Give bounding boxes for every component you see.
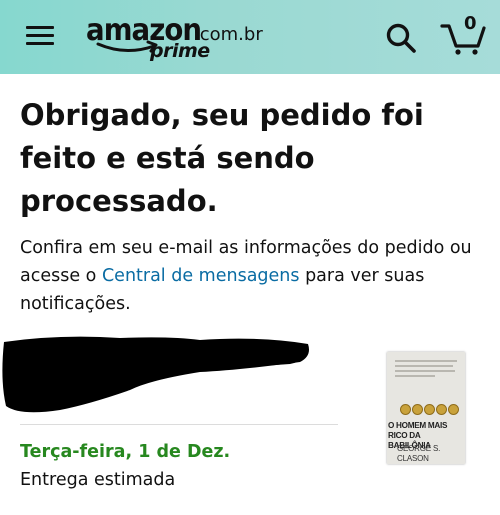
cart-icon[interactable] [440,16,486,56]
cover-blurb [395,360,457,380]
estimated-delivery-date: Terça-feira, 1 de Dez. [20,442,231,462]
search-icon[interactable] [385,22,417,54]
section-divider [20,424,338,425]
message-center-link[interactable]: Central de mensagens [102,266,300,286]
confirmation-message: Confira em seu e-mail as informações do … [20,234,490,318]
top-nav-bar: amazon .com.br prime 0 [0,0,500,74]
estimated-delivery-label: Entrega estimada [20,470,176,490]
logo-prime: prime [150,40,210,62]
product-cover-author: GEORGE S. CLASON [397,444,441,463]
redacted-shipping-info [2,336,310,413]
product-thumbnail[interactable]: O HOMEM MAIS RICO DA BABILÔNIA GEORGE S.… [387,352,465,464]
gold-coins-art [400,404,460,416]
menu-icon[interactable] [26,24,54,48]
cart-count-badge: 0 [464,13,477,34]
confirmation-title: Obrigado, seu pedido foi feito e está se… [20,98,424,218]
amazon-prime-logo[interactable]: amazon .com.br prime [86,14,263,66]
